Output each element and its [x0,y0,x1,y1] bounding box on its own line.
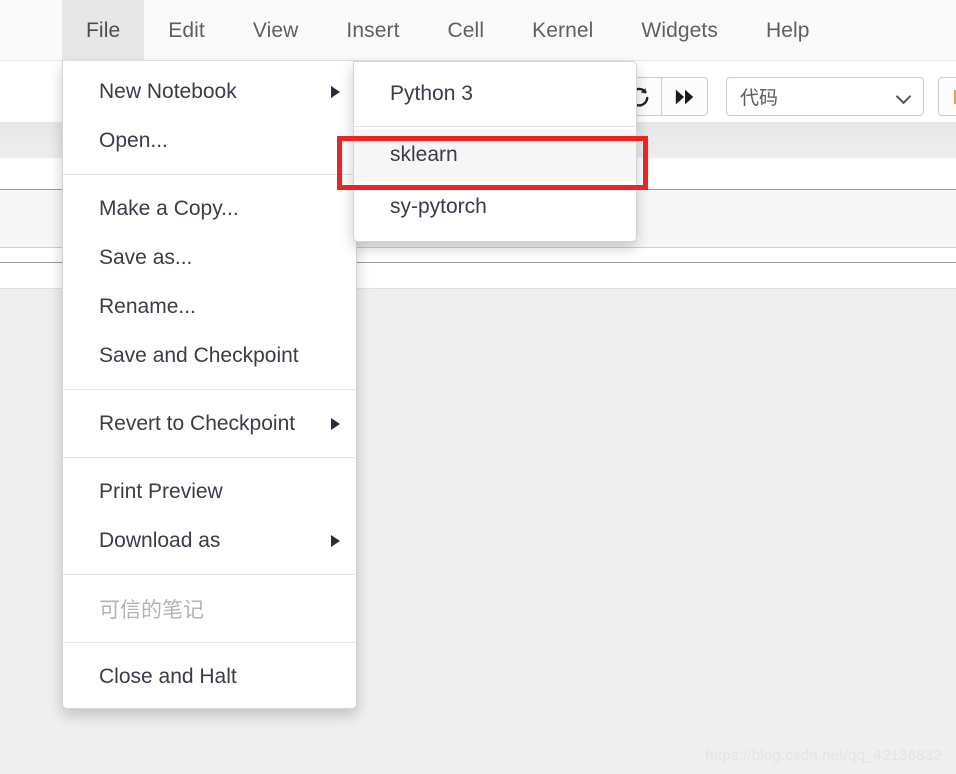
new-notebook-submenu: Python 3 sklearn sy-pytorch [353,61,637,242]
file-menu-item-open[interactable]: Open... [63,116,356,165]
caret-right-icon [331,535,340,547]
file-menu-separator [63,574,356,575]
submenu-item-sklearn[interactable]: sklearn [354,129,636,181]
menubar-item-label: Insert [346,19,399,43]
toolbar-edge-button[interactable] [938,77,956,116]
file-menu-item-download-as[interactable]: Download as [63,516,356,565]
caret-right-icon [331,418,340,430]
file-menu-item-make-a-copy[interactable]: Make a Copy... [63,184,356,233]
menubar-item-label: Help [766,19,810,43]
restart-and-run-all-button[interactable] [662,77,708,116]
menubar-item-cell[interactable]: Cell [424,0,509,61]
file-menu-item-label: 可信的笔记 [99,594,340,624]
file-menu-item-close-and-halt[interactable]: Close and Halt [63,652,356,701]
menubar-item-kernel[interactable]: Kernel [508,0,617,61]
cell-type-select[interactable]: 代码 [726,77,924,116]
submenu-item-label: sklearn [390,143,458,167]
watermark: https://blog.csdn.net/qq_42136832 [705,747,942,764]
file-menu-item-label: Revert to Checkpoint [99,412,321,436]
chevron-down-icon [897,89,913,105]
file-menu-dropdown: New Notebook Open... Make a Copy... Save… [62,61,357,709]
caret-right-icon [331,86,340,98]
file-menu-item-revert-to-checkpoint[interactable]: Revert to Checkpoint [63,399,356,448]
file-menu-separator [63,174,356,175]
file-menu-item-label: Rename... [99,295,340,319]
menubar-item-insert[interactable]: Insert [322,0,423,61]
file-menu-item-save-as[interactable]: Save as... [63,233,356,282]
menubar-item-help[interactable]: Help [742,0,834,61]
file-menu-item-label: New Notebook [99,80,321,104]
menubar-item-view[interactable]: View [229,0,323,61]
file-menu-item-label: Save as... [99,246,340,270]
menubar-item-edit[interactable]: Edit [144,0,229,61]
file-menu-item-print-preview[interactable]: Print Preview [63,467,356,516]
menubar-item-file[interactable]: File [62,0,144,61]
menubar-item-label: Edit [168,19,205,43]
file-menu-item-label: Download as [99,529,321,553]
file-menu-item-label: Save and Checkpoint [99,344,340,368]
file-menu-separator [63,642,356,643]
submenu-item-sy-pytorch[interactable]: sy-pytorch [354,181,636,233]
keyboard-icon [951,88,956,106]
file-menu-item-trusted-notebook: 可信的笔记 [63,584,356,633]
menubar-item-label: Widgets [641,19,718,43]
file-menu-item-save-and-checkpoint[interactable]: Save and Checkpoint [63,331,356,380]
submenu-item-label: Python 3 [390,82,473,106]
submenu-separator [354,126,636,127]
submenu-item-python-3[interactable]: Python 3 [354,68,636,120]
menubar-item-label: Cell [448,19,485,43]
file-menu-separator [63,457,356,458]
fast-forward-icon [674,87,696,107]
file-menu-item-label: Open... [99,129,340,153]
menubar: File Edit View Insert Cell Kernel Widget… [0,0,956,61]
cell-type-select-value: 代码 [740,83,897,110]
menubar-item-label: Kernel [532,19,593,43]
file-menu-separator [63,389,356,390]
file-menu-item-label: Make a Copy... [99,197,340,221]
file-menu-item-label: Print Preview [99,480,340,504]
menubar-item-label: View [253,19,299,43]
submenu-item-label: sy-pytorch [390,195,487,219]
menubar-item-label: File [86,19,120,43]
menubar-items: File Edit View Insert Cell Kernel Widget… [62,0,834,61]
page-root: File Edit View Insert Cell Kernel Widget… [0,0,956,774]
file-menu-item-rename[interactable]: Rename... [63,282,356,331]
menubar-item-widgets[interactable]: Widgets [617,0,742,61]
file-menu-item-new-notebook[interactable]: New Notebook [63,67,356,116]
file-menu-item-label: Close and Halt [99,665,340,689]
